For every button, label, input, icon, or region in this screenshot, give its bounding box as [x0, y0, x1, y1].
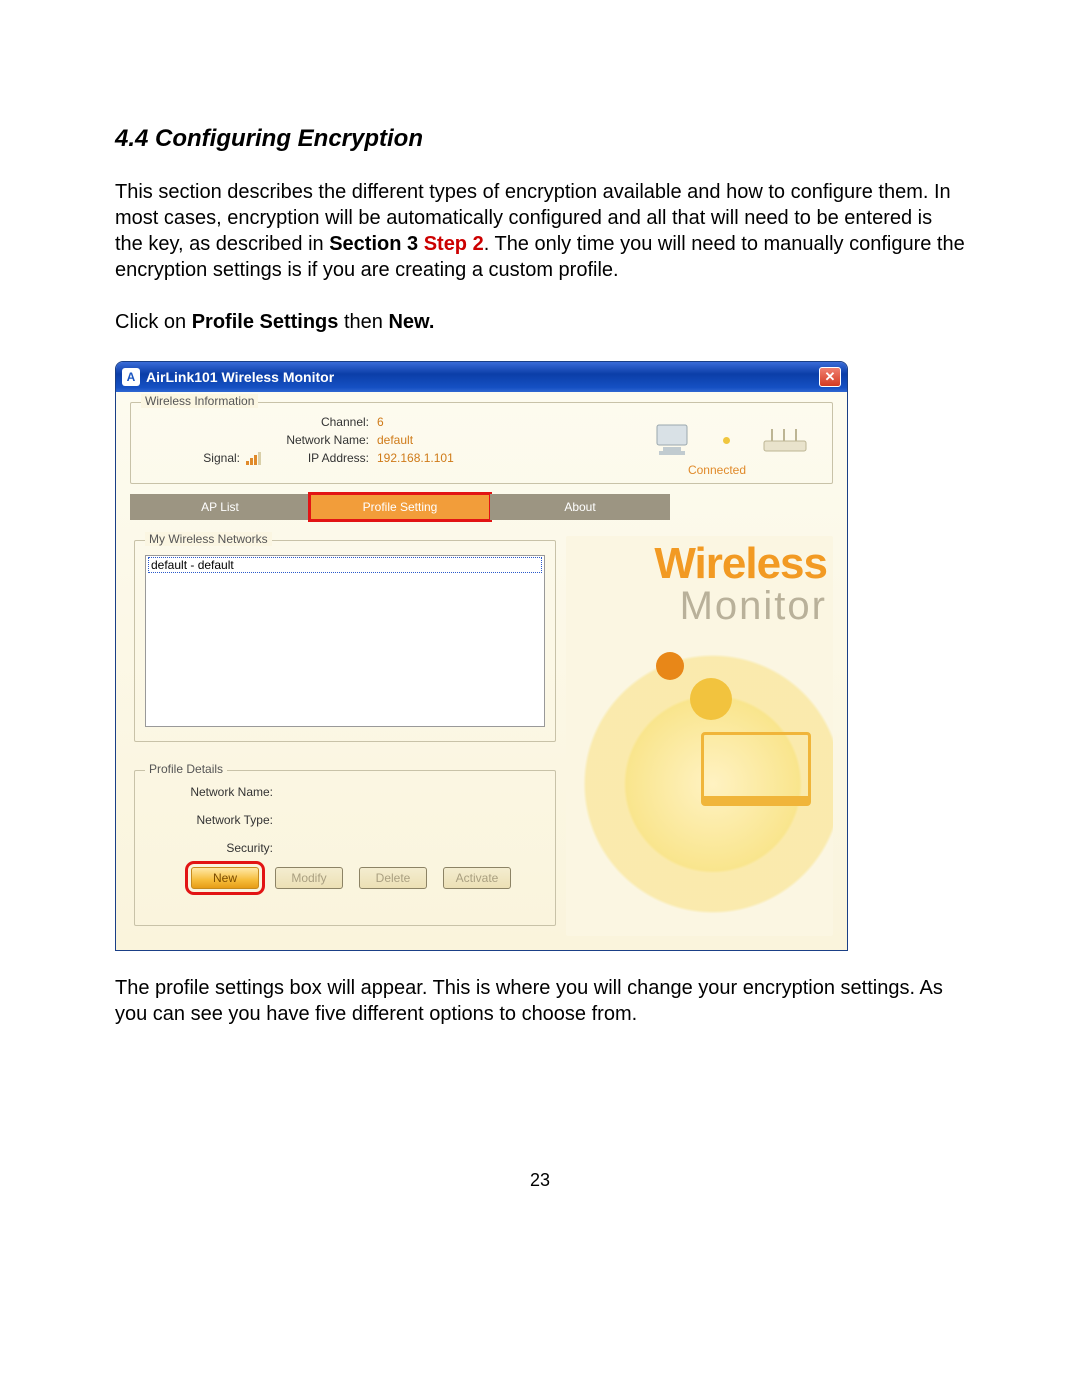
new-button[interactable]: New [191, 867, 259, 889]
profile-list-item[interactable]: default - default [148, 557, 542, 573]
activate-button[interactable]: Activate [443, 867, 511, 889]
app-window: A AirLink101 Wireless Monitor ✕ Wireless… [115, 361, 848, 951]
channel-label: Channel: [261, 415, 377, 429]
app-icon: A [122, 368, 140, 386]
para2-c: then [338, 311, 388, 333]
brand-panel: Wireless Monitor [566, 536, 833, 936]
wireless-info-legend: Wireless Information [141, 394, 258, 408]
delete-button[interactable]: Delete [359, 867, 427, 889]
close-icon: ✕ [825, 369, 836, 385]
para2-b: Profile Settings [192, 311, 339, 333]
channel-value: 6 [377, 415, 537, 429]
ip-address-label: IP Address: [261, 451, 377, 465]
tabs-spacer [670, 494, 833, 520]
connected-status: Connected [688, 463, 746, 477]
connection-dots-icon [723, 437, 730, 444]
wireless-info-group: Wireless Information Signal: Channel: 6 … [130, 402, 833, 484]
paragraph-2: Click on Profile Settings then New. [115, 309, 965, 335]
modify-button[interactable]: Modify [275, 867, 343, 889]
profile-details-legend: Profile Details [145, 762, 227, 776]
my-networks-legend: My Wireless Networks [145, 532, 272, 546]
para1-step-ref: Step 2 [424, 233, 484, 255]
decor-orb-large [690, 678, 732, 720]
para2-a: Click on [115, 311, 192, 333]
signal-label: Signal: [203, 451, 240, 465]
paragraph-1: This section describes the different typ… [115, 179, 965, 283]
titlebar[interactable]: A AirLink101 Wireless Monitor ✕ [116, 362, 847, 392]
laptop-icon [701, 732, 811, 806]
computer-icon [653, 423, 691, 457]
network-name-value: default [377, 433, 537, 447]
profile-details-group: Profile Details Network Name: Network Ty… [134, 770, 556, 926]
paragraph-3: The profile settings box will appear. Th… [115, 975, 965, 1027]
brand-word-1: Wireless [654, 542, 827, 586]
window-client-area: Wireless Information Signal: Channel: 6 … [116, 392, 847, 950]
tab-about[interactable]: About [490, 494, 670, 520]
profiles-listbox[interactable]: default - default [145, 555, 545, 727]
section-title: 4.4 Configuring Encryption [115, 125, 965, 153]
window-title: AirLink101 Wireless Monitor [146, 369, 819, 385]
tab-profile-setting[interactable]: Profile Setting [310, 494, 490, 520]
detail-security-label: Security: [151, 841, 281, 855]
close-button[interactable]: ✕ [819, 367, 841, 387]
tabs-bar: AP List Profile Setting About [130, 494, 833, 520]
detail-network-type-label: Network Type: [151, 813, 281, 827]
router-icon [762, 427, 808, 453]
para1-section-ref: Section 3 [329, 233, 423, 255]
decor-orb-small [656, 652, 684, 680]
page-number: 23 [530, 1170, 550, 1191]
detail-network-name-label: Network Name: [151, 785, 281, 799]
signal-bars-icon [246, 451, 261, 465]
brand-word-2: Monitor [654, 586, 827, 626]
network-name-label: Network Name: [261, 433, 377, 447]
my-networks-group: My Wireless Networks default - default [134, 540, 556, 742]
ip-address-value: 192.168.1.101 [377, 451, 537, 465]
para2-d: New. [388, 311, 434, 333]
tab-ap-list[interactable]: AP List [130, 494, 310, 520]
